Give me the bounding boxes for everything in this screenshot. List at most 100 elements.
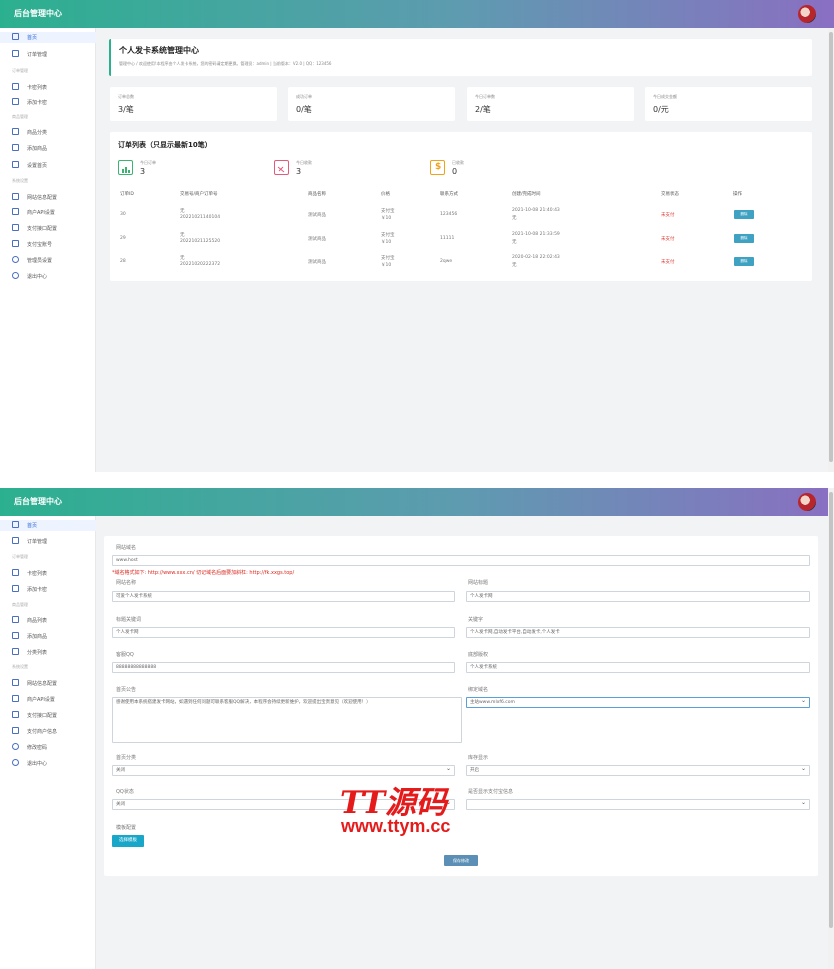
card-icon: [12, 98, 19, 105]
sidebar-item-logout[interactable]: 退出中心: [0, 271, 96, 282]
settings-form: 网站域名 www.host *域名格式如下: http://www.xxx.cn…: [104, 536, 818, 876]
status-badge: 未支付: [661, 260, 675, 265]
delete-button[interactable]: 删除: [734, 210, 754, 219]
field-label: 网站标题: [468, 580, 489, 586]
sidebar-item-orders[interactable]: 订单管理: [0, 536, 96, 547]
cell-contact: 2qwe: [440, 259, 453, 264]
stat-label: 今日订单数: [475, 94, 495, 99]
field-label: 库存显示: [468, 755, 489, 761]
category-select[interactable]: 关闭: [112, 765, 455, 776]
cell-time: 2020-02-18 22:02:43: [512, 255, 560, 260]
url-warning: *域名格式如下: http://www.xxx.cn/ 切记域名后面要加斜杠: …: [112, 570, 295, 576]
cell-name: 测试商品: [308, 237, 326, 242]
bag-icon: [12, 537, 19, 544]
sidebar-item-products[interactable]: 商品列表: [0, 615, 96, 626]
bag-icon: [12, 50, 19, 57]
list-icon: [12, 161, 19, 168]
sidebar-item-site-config[interactable]: 网站信息配置: [0, 678, 96, 689]
column-header: 创建/完成时间: [512, 192, 541, 197]
cell-id: 29: [120, 236, 126, 241]
field-label: 底部版权: [468, 652, 489, 658]
summary-value: 3: [296, 167, 302, 176]
sidebar-item-site-config[interactable]: 网站信息配置: [0, 192, 96, 203]
user-avatar[interactable]: [798, 493, 816, 511]
sidebar-item-categories[interactable]: 商品分类: [0, 127, 96, 138]
site-url-input[interactable]: www.host: [112, 555, 810, 566]
sidebar-item-api[interactable]: 商户API设置: [0, 694, 96, 705]
scrollbar-thumb[interactable]: [829, 32, 833, 462]
sidebar-item-home-settings[interactable]: 设置首页: [0, 160, 96, 171]
card-icon: [12, 83, 19, 90]
stock-select[interactable]: 开启: [466, 765, 810, 776]
stat-card-orders: 订单总数 3/笔: [110, 87, 277, 121]
power-icon: [12, 759, 19, 766]
sidebar-item-orders[interactable]: 订单管理: [0, 49, 96, 60]
sidebar-item-alipay[interactable]: 支付宝账号: [0, 239, 96, 250]
brand-title: 后台管理中心: [14, 9, 62, 18]
stat-value: 3/笔: [118, 105, 134, 114]
sidebar-item-add-product[interactable]: 添加商品: [0, 143, 96, 154]
sidebar-item-cards[interactable]: 卡密列表: [0, 568, 96, 579]
stat-label: 成功订单: [296, 94, 312, 99]
description-input[interactable]: 个人发卡网,自动发卡平台,自动发卡,个人发卡: [466, 627, 810, 638]
sidebar-item-payment[interactable]: 支付接口配置: [0, 223, 96, 234]
scrollbar[interactable]: [828, 28, 834, 472]
home-icon: [12, 521, 19, 528]
sidebar-item-logout[interactable]: 退出中心: [0, 758, 96, 769]
welcome-subtitle: 管理中心 / 欢迎使用!本程序由个人发卡系统，您的密码请定期更换。管理员：adm…: [119, 61, 332, 66]
sidebar-item-category-list[interactable]: 分类列表: [0, 647, 96, 658]
bind-domain-select[interactable]: 主站www.mlxf6.com: [466, 697, 810, 708]
save-button[interactable]: 保存修改: [444, 855, 478, 866]
column-header: 交易状态: [661, 192, 679, 197]
field-label: 客服QQ: [116, 652, 134, 658]
sidebar-item-add-card[interactable]: 添加卡密: [0, 97, 96, 108]
summary-value: 0: [452, 167, 458, 176]
cell-trade-top: 无: [180, 256, 185, 261]
watermark-url: www.ttym.cc: [341, 816, 451, 836]
sidebar-item-api[interactable]: 商户API设置: [0, 207, 96, 218]
grid-icon: [12, 695, 19, 702]
cell-pay-type: 支付宝: [381, 209, 395, 214]
qq-input[interactable]: 88888888888888: [112, 662, 455, 673]
power-icon: [12, 272, 19, 279]
keywords-input[interactable]: 个人发卡网: [112, 627, 455, 638]
sidebar-item-cards[interactable]: 卡密列表: [0, 82, 96, 93]
cell-time-done: 无: [512, 240, 517, 245]
stat-value: 0/元: [653, 105, 669, 114]
footer-input[interactable]: 个人发卡系统: [466, 662, 810, 673]
top-bar: 后台管理中心: [0, 488, 834, 516]
field-label: 首页分类: [116, 755, 137, 761]
sidebar-item-home[interactable]: 首页: [0, 32, 96, 43]
user-avatar[interactable]: [798, 5, 816, 23]
sidebar-item-merchant[interactable]: 支付商户信息: [0, 726, 96, 737]
sidebar-item-home[interactable]: 首页: [0, 520, 96, 531]
status-badge: 未支付: [661, 237, 675, 242]
field-label: 标题关键词: [116, 617, 142, 623]
scrollbar[interactable]: [828, 488, 834, 969]
star-icon: [12, 711, 19, 718]
star-icon: [12, 727, 19, 734]
site-title-input[interactable]: 个人发卡网: [466, 591, 810, 602]
cell-name: 测试商品: [308, 260, 326, 265]
sidebar-item-admin[interactable]: 管理员设置: [0, 255, 96, 266]
scrollbar-thumb[interactable]: [829, 492, 833, 928]
alipay-select[interactable]: [466, 799, 810, 810]
sidebar-item-add-card[interactable]: 添加卡密: [0, 584, 96, 595]
choose-template-button[interactable]: 选择模板: [112, 835, 144, 847]
notice-textarea[interactable]: 感谢使用本系统搭建发卡网站，如遇到任何问题可联系客服QQ解决，本程序会持续更新维…: [112, 697, 462, 743]
dashboard-screen: 后台管理中心 首页 订单管理 订单管理 卡密列表 添加卡密 商品管理 商品分类 …: [0, 0, 834, 472]
cell-trade-no: 20221021125520: [180, 239, 221, 244]
field-label: 网站域名: [116, 545, 137, 551]
stat-card-success: 成功订单 0/笔: [288, 87, 455, 121]
site-name-input[interactable]: 可爱个人发卡系统: [112, 591, 455, 602]
cell-contact: 11111: [440, 236, 455, 241]
top-bar: 后台管理中心: [0, 0, 834, 28]
delete-button[interactable]: 删除: [734, 234, 754, 243]
sidebar-item-password[interactable]: 修改密码: [0, 742, 96, 753]
pin-icon: [12, 679, 19, 686]
field-label: 是否显示支付宝信息: [468, 789, 514, 795]
delete-button[interactable]: 删除: [734, 257, 754, 266]
cell-id: 28: [120, 259, 126, 264]
sidebar-item-payment[interactable]: 支付接口配置: [0, 710, 96, 721]
sidebar-item-add-product[interactable]: 添加商品: [0, 631, 96, 642]
